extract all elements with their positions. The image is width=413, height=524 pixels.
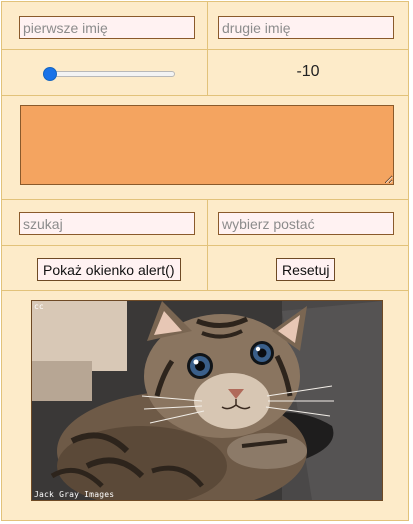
names-row — [2, 2, 408, 50]
slider-row: -10 — [2, 50, 408, 96]
range-slider[interactable] — [43, 67, 175, 81]
kitten-photo: cc Jack Gray Images — [31, 300, 383, 501]
license-mark: cc — [34, 302, 44, 311]
textarea-row — [2, 96, 408, 200]
image-row: cc Jack Gray Images — [2, 291, 408, 520]
search-row — [2, 200, 408, 246]
slider-value: -10 — [296, 63, 320, 80]
buttons-row: Pokaż okienko alert() Resetuj — [2, 246, 408, 291]
show-alert-button[interactable]: Pokaż okienko alert() — [37, 258, 181, 281]
photo-credit: Jack Gray Images — [34, 490, 115, 499]
buttons-row-right-cell: Resetuj — [208, 246, 408, 290]
names-row-right-cell — [208, 2, 408, 49]
slider-track[interactable] — [43, 71, 175, 77]
kitten-illustration — [32, 301, 382, 500]
slider-thumb[interactable] — [43, 67, 57, 81]
text-area[interactable] — [20, 105, 394, 185]
slider-row-right-cell: -10 — [208, 50, 408, 95]
reset-button[interactable]: Resetuj — [276, 258, 336, 281]
search-input[interactable] — [19, 212, 195, 235]
search-row-left-cell — [2, 200, 208, 245]
second-name-input[interactable] — [218, 16, 394, 39]
search-row-right-cell — [208, 200, 408, 245]
character-input[interactable] — [218, 212, 394, 235]
slider-row-left-cell — [2, 50, 208, 95]
form-panel: -10 Pokaż okienko alert() Resetuj — [1, 1, 409, 521]
buttons-row-left-cell: Pokaż okienko alert() — [2, 246, 208, 290]
names-row-left-cell — [2, 2, 208, 49]
first-name-input[interactable] — [19, 16, 195, 39]
